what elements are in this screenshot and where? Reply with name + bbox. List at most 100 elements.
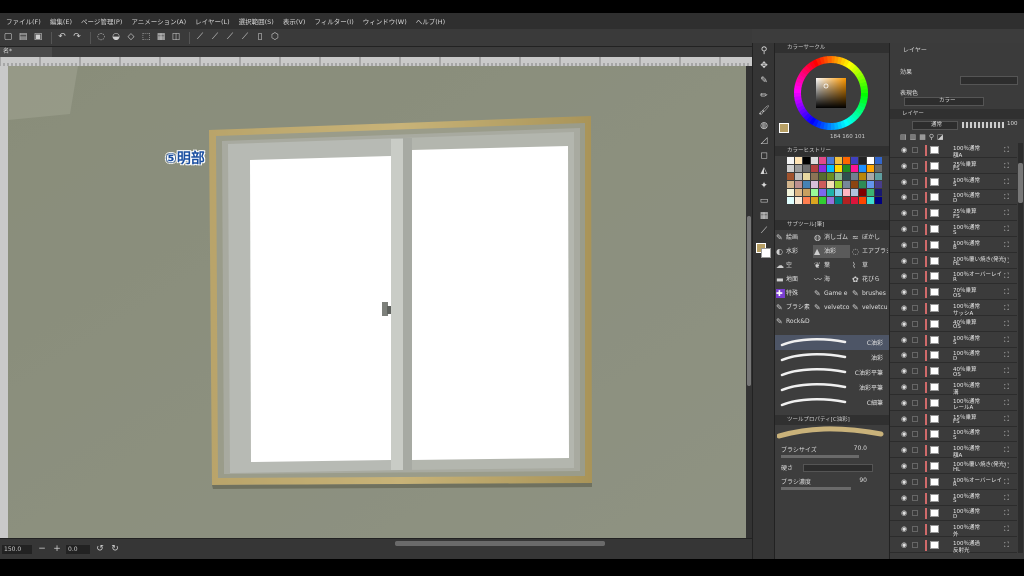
layer-row[interactable]: ◉ 100％覆い焼き(発光) HL ⛶	[890, 459, 1017, 474]
eye-icon[interactable]: ◉	[901, 351, 909, 359]
color-swatch[interactable]	[843, 197, 850, 204]
fill-icon[interactable]: ◒	[110, 32, 122, 44]
eye-icon[interactable]: ◉	[901, 209, 909, 217]
menu-item[interactable]: ファイル(F)	[6, 16, 41, 26]
color-swatch[interactable]	[811, 157, 818, 164]
color-swatch[interactable]	[787, 189, 794, 196]
undo-icon[interactable]: ↶	[56, 32, 68, 44]
canvas-horizontal-scrollbar[interactable]	[395, 541, 605, 546]
color-swatch[interactable]	[819, 173, 826, 180]
color-swatch[interactable]	[795, 197, 802, 204]
layer-row[interactable]: ◉ 100％通常 D ⛶	[890, 190, 1017, 206]
move-tool-icon[interactable]: ✥	[757, 60, 771, 72]
color-swatch[interactable]	[795, 157, 802, 164]
color-swatch[interactable]	[811, 189, 818, 196]
layer-row[interactable]: ◉ 100％通常 S ⛶	[890, 333, 1017, 348]
color-swatch[interactable]	[811, 173, 818, 180]
layer-row[interactable]: ◉ 40％乗算 OS ⛶	[890, 317, 1017, 332]
effect-buttons[interactable]	[960, 76, 1018, 85]
color-swatch[interactable]	[875, 181, 882, 188]
color-swatch[interactable]	[867, 157, 874, 164]
color-swatch[interactable]	[835, 165, 842, 172]
color-swatch[interactable]	[875, 173, 882, 180]
color-swatch[interactable]	[795, 173, 802, 180]
subtool-tab[interactable]: ✎ brushes	[851, 287, 888, 300]
color-swatch[interactable]	[827, 157, 834, 164]
color-swatch[interactable]	[803, 157, 810, 164]
canvas[interactable]: ⑤明部	[8, 66, 746, 538]
menu-item[interactable]: ヘルプ(H)	[416, 16, 445, 26]
menu-item[interactable]: ページ管理(P)	[81, 16, 122, 26]
color-wheel[interactable]	[793, 55, 869, 131]
layer-row[interactable]: ◉ 25％乗算 FS ⛶	[890, 206, 1017, 222]
color-swatch[interactable]	[875, 189, 882, 196]
subtool-tab[interactable]: ✎ ブラシ素	[775, 301, 812, 314]
color-swatch[interactable]	[851, 197, 858, 204]
zoom-tool-icon[interactable]: ⚲	[757, 45, 771, 57]
subtool-tab[interactable]: ✎ 絵画	[775, 231, 812, 244]
color-swatch[interactable]	[827, 173, 834, 180]
color-swatch[interactable]	[867, 181, 874, 188]
color-swatch[interactable]	[867, 197, 874, 204]
color-swatch[interactable]	[827, 197, 834, 204]
pen-tool-icon[interactable]: ✎	[757, 75, 771, 87]
lock-icon[interactable]	[912, 526, 918, 533]
color-swatch[interactable]	[875, 197, 882, 204]
eye-icon[interactable]: ◉	[901, 225, 909, 233]
color-swatch[interactable]	[827, 181, 834, 188]
rotate-left-icon[interactable]: ↺	[94, 543, 106, 555]
layer-row[interactable]: ◉ 40％乗算 OS ⛶	[890, 364, 1017, 380]
eye-icon[interactable]: ◉	[901, 525, 909, 533]
page-icon[interactable]: ▯	[254, 32, 266, 44]
menu-item[interactable]: アニメーション(A)	[131, 16, 186, 26]
color-swatch[interactable]	[835, 173, 842, 180]
color-swatch[interactable]	[867, 189, 874, 196]
density-slider[interactable]	[781, 487, 851, 490]
fill-tool-icon[interactable]: ◭	[757, 165, 771, 177]
eraser-tool-icon[interactable]: ◻	[757, 150, 771, 162]
menu-item[interactable]: 表示(V)	[283, 16, 306, 26]
subtool-tab[interactable]: ◍ 消しゴム	[813, 231, 850, 244]
layer-row[interactable]: ◉ 100％通常溝 ⛶	[890, 380, 1017, 396]
pencil-tool-icon[interactable]: ✏	[757, 90, 771, 102]
color-swatch[interactable]	[859, 157, 866, 164]
color-swatch[interactable]	[787, 157, 794, 164]
lock-icon[interactable]	[912, 368, 918, 375]
layer-row[interactable]: ◉ 100％通常 額A ⛶	[890, 143, 1017, 159]
eye-icon[interactable]: ◉	[901, 494, 909, 502]
layer-row[interactable]: ◉ 100％通常 B ⛶	[890, 238, 1017, 253]
scroll-thumb[interactable]	[747, 216, 751, 386]
lock-icon[interactable]	[912, 241, 918, 248]
eye-icon[interactable]: ◉	[901, 367, 909, 375]
brush-item[interactable]: C油彩平筆	[775, 365, 889, 380]
blend-mode-select[interactable]: 通常	[912, 121, 958, 130]
lock-icon[interactable]	[912, 384, 918, 390]
snap-icon[interactable]: ⟋	[209, 32, 221, 44]
lock-icon[interactable]	[912, 162, 918, 169]
subtool-tab[interactable]: ◌エアブラシ	[851, 245, 888, 258]
hardness-row[interactable]: 硬さ	[781, 463, 885, 475]
document-tab[interactable]: 名*	[0, 47, 52, 57]
layer-row[interactable]: ◉ 70％乗算 OS ⛶	[890, 285, 1017, 301]
lock-icon[interactable]	[912, 447, 918, 454]
zoom-in-icon[interactable]: +	[51, 543, 63, 555]
brush-size-slider[interactable]	[781, 455, 859, 458]
gradient-tool-icon[interactable]: ✦	[757, 180, 771, 192]
eye-icon[interactable]: ◉	[901, 383, 909, 391]
color-swatch[interactable]	[819, 165, 826, 172]
color-swatch[interactable]	[803, 181, 810, 188]
eye-icon[interactable]: ◉	[901, 257, 909, 265]
color-swatch[interactable]	[843, 181, 850, 188]
lock-icon[interactable]	[912, 273, 918, 280]
lock-icon[interactable]	[912, 320, 918, 327]
menu-item[interactable]: 選択範囲(S)	[239, 16, 274, 26]
color-swatch[interactable]	[843, 173, 850, 180]
redo-icon[interactable]: ↷	[71, 32, 83, 44]
layer-row[interactable]: ◉ 100％通常 S ⛶	[890, 222, 1017, 237]
subtool-tab[interactable]: ▲ 油彩	[813, 245, 850, 258]
color-swatch[interactable]	[851, 189, 858, 196]
menu-item[interactable]: ウィンドウ(W)	[363, 16, 407, 26]
opacity-slider[interactable]	[962, 122, 1004, 128]
brush-item[interactable]: C油彩	[775, 335, 889, 350]
rotate-right-icon[interactable]: ↻	[109, 543, 121, 555]
